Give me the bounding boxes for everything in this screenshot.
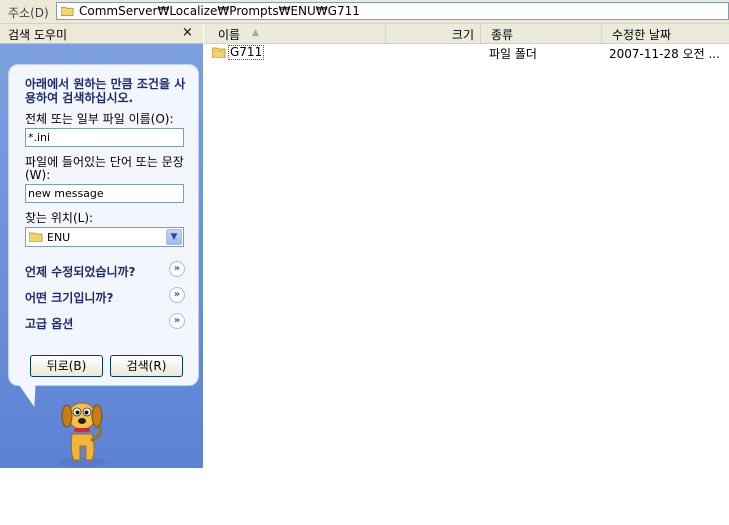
option-size[interactable]: 어떤 크기입니까? » xyxy=(25,287,185,305)
column-size-label: 크기 xyxy=(451,28,474,42)
column-modified[interactable]: 수정한 날짜 xyxy=(602,24,729,43)
file-name[interactable]: G711 xyxy=(228,45,265,60)
option-label: 어떤 크기입니까? xyxy=(25,291,114,305)
speech-bubble-tail xyxy=(17,383,45,407)
phrase-label: 파일에 들어있는 단어 또는 문장(W): xyxy=(25,155,184,182)
location-label: 찾는 위치(L): xyxy=(25,211,94,225)
search-button[interactable]: 검색(R) xyxy=(110,355,183,377)
filename-label: 전체 또는 일부 파일 이름(O): xyxy=(25,112,174,126)
option-advanced[interactable]: 고급 옵션 » xyxy=(25,313,185,331)
folder-icon xyxy=(29,232,43,242)
back-button[interactable]: 뒤로(B) xyxy=(30,355,103,377)
address-path: CommServer₩Localize₩Prompts₩ENU₩G711 xyxy=(79,4,360,18)
option-label: 언제 수정되었습니까? xyxy=(25,265,136,279)
column-name-label: 이름 xyxy=(218,28,241,42)
address-label: 주소(D) xyxy=(8,6,49,20)
option-label: 고급 옵션 xyxy=(25,317,74,331)
chevron-down-icon[interactable]: ▼ xyxy=(166,229,182,245)
file-list-area xyxy=(204,44,387,468)
folder-icon xyxy=(212,47,226,58)
search-pane: 아래에서 원하는 만큼 조건을 사용하여 검색하십시오. 전체 또는 일부 파일… xyxy=(0,44,203,468)
column-type[interactable]: 종류 xyxy=(481,24,602,43)
option-when-modified[interactable]: 언제 수정되었습니까? » xyxy=(25,261,185,279)
sort-ascending-icon: ▲ xyxy=(252,28,259,38)
column-modified-label: 수정한 날짜 xyxy=(612,28,672,42)
address-input[interactable]: CommServer₩Localize₩Prompts₩ENU₩G711 xyxy=(56,2,729,20)
address-bar: 주소(D) CommServer₩Localize₩Prompts₩ENU₩G7… xyxy=(0,0,729,24)
location-value: ENU xyxy=(47,231,71,244)
list-item[interactable]: G711 파일 폴더 2007-11-28 오전 ... xyxy=(204,45,729,61)
folder-icon xyxy=(61,6,74,16)
close-icon[interactable]: × xyxy=(182,25,193,40)
phrase-input[interactable] xyxy=(25,184,184,203)
location-dropdown[interactable]: ENU ▼ xyxy=(25,227,184,247)
file-modified-date: 2007-11-28 오전 ... xyxy=(609,47,720,61)
column-size[interactable]: 크기 xyxy=(386,24,481,43)
file-list-header: 이름 ▲ 크기 종류 수정한 날짜 xyxy=(204,24,729,44)
search-panel: 아래에서 원하는 만큼 조건을 사용하여 검색하십시오. 전체 또는 일부 파일… xyxy=(8,64,199,386)
expand-icon[interactable]: » xyxy=(169,287,185,303)
file-type: 파일 폴더 xyxy=(489,47,537,61)
column-type-label: 종류 xyxy=(491,28,514,42)
search-instruction: 아래에서 원하는 만큼 조건을 사용하여 검색하십시오. xyxy=(25,77,186,105)
search-dog-icon xyxy=(58,402,106,467)
filename-input[interactable] xyxy=(25,128,184,147)
search-pane-header: 검색 도우미 × xyxy=(0,24,203,44)
expand-icon[interactable]: » xyxy=(169,261,185,277)
search-pane-title: 검색 도우미 xyxy=(8,28,68,42)
expand-icon[interactable]: » xyxy=(169,313,185,329)
column-name[interactable]: 이름 ▲ xyxy=(204,24,386,43)
